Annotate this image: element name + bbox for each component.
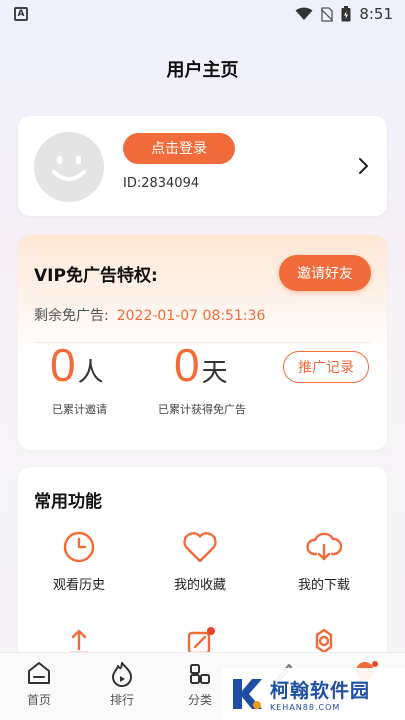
vip-title: VIP免广告特权: [34, 266, 158, 286]
upload-icon [68, 629, 90, 655]
favorites-item[interactable]: 我的收藏 [150, 530, 250, 593]
invited-count: 0 [50, 339, 76, 391]
chevron-right-icon[interactable] [353, 156, 373, 176]
tab-ranking-label: 排行 [109, 693, 134, 707]
cloud-download-icon [306, 532, 343, 561]
downloads-label: 我的下载 [297, 578, 350, 593]
heart-icon [183, 532, 217, 563]
watch-history-label: 观看历史 [52, 578, 105, 593]
promotion-records-button[interactable]: 推广记录 [283, 351, 369, 383]
remain-row: 剩余免广告: 2022-01-07 08:51:36 [34, 305, 265, 325]
settings-item[interactable] [274, 625, 374, 655]
functions-title: 常用功能 [34, 492, 102, 512]
watermark-text: 柯翰软件园 KEHAN88.COM [270, 676, 370, 712]
tab-category[interactable]: 分类 [170, 659, 230, 708]
settings-icon [315, 628, 333, 654]
invited-stat: 0人 已累计邀请 [50, 339, 107, 416]
invite-friends-button[interactable]: 邀请好友 [279, 255, 371, 291]
tab-home-label: 首页 [26, 693, 51, 707]
status-time: 8:51 [359, 5, 393, 23]
invited-label: 已累计邀请 [52, 403, 107, 416]
wifi-icon [295, 7, 313, 20]
login-button[interactable]: 点击登录 [123, 133, 235, 164]
ad-free-days-stat: 0天 已累计获得免广告 [158, 339, 246, 416]
remain-date: 2022-01-07 08:51:36 [116, 308, 266, 324]
edit-item[interactable] [150, 625, 250, 655]
category-icon [190, 664, 210, 684]
avatar[interactable] [34, 132, 104, 202]
tab-ranking[interactable]: 排行 [92, 659, 152, 708]
invited-unit: 人 [77, 358, 104, 388]
ad-free-days-count: 0 [174, 339, 200, 391]
battery-icon [341, 6, 351, 22]
flame-icon [112, 662, 132, 687]
watermark-brand: 柯翰软件园 [270, 680, 371, 702]
tab-home[interactable]: 首页 [9, 659, 69, 708]
edit-icon [187, 627, 215, 655]
watch-history-item[interactable]: 观看历史 [29, 530, 129, 593]
page-title: 用户主页 [166, 60, 239, 81]
watermark-logo-icon [233, 679, 262, 709]
upload-item[interactable] [29, 625, 129, 655]
favorites-label: 我的收藏 [173, 578, 226, 593]
tab-category-label: 分类 [187, 693, 212, 707]
remain-label: 剩余免广告: [34, 308, 109, 324]
profile-card[interactable]: 点击登录 ID:2834094 [18, 116, 387, 216]
app-notification-icon: A [14, 7, 28, 21]
ad-free-days-label: 已累计获得免广告 [158, 403, 246, 416]
vip-card: VIP免广告特权: 邀请好友 剩余免广告: 2022-01-07 08:51:36… [18, 235, 387, 450]
watermark-site: KEHAN88.COM [270, 703, 341, 712]
ad-free-days-unit: 天 [201, 358, 228, 388]
history-clock-icon [63, 531, 95, 563]
watermark: 柯翰软件园 KEHAN88.COM [222, 668, 405, 720]
home-icon [28, 662, 50, 684]
no-sim-icon [321, 6, 334, 22]
user-id: ID:2834094 [123, 176, 200, 191]
status-icons: 8:51 [295, 5, 393, 23]
status-bar: A 8:51 [0, 0, 405, 28]
downloads-item[interactable]: 我的下载 [274, 530, 374, 593]
